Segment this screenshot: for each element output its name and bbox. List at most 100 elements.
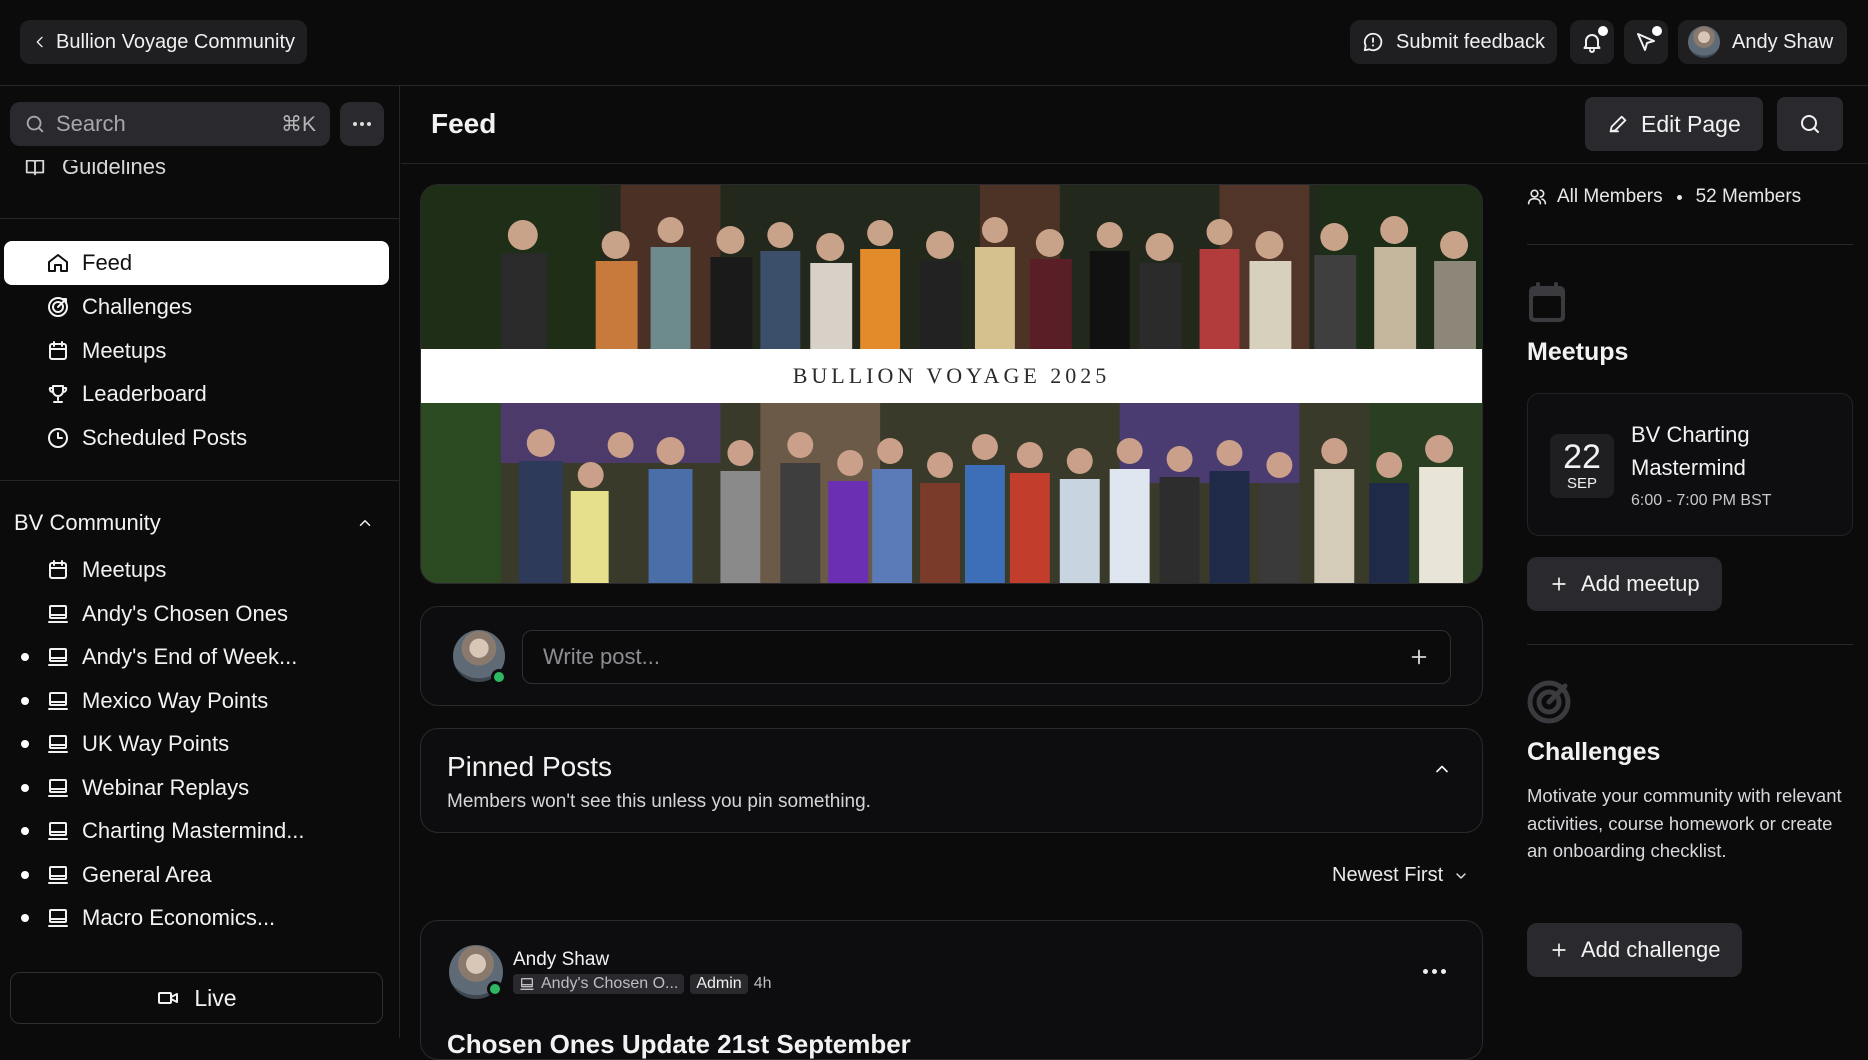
- sidebar-more-button[interactable]: [340, 102, 384, 146]
- sidebar-item-webinar-replays[interactable]: Webinar Replays: [4, 766, 389, 810]
- sidebar-item-label: Feed: [82, 250, 133, 275]
- monitor-icon: [520, 978, 534, 990]
- unread-dot: [21, 740, 29, 748]
- home-icon: [48, 254, 68, 272]
- sidebar-item-label: Charting Mastermind...: [82, 818, 305, 843]
- submit-feedback-label: Submit feedback: [1396, 30, 1545, 53]
- feed-post[interactable]: Andy Shaw Andy's Chosen O... Admin 4h Ch…: [420, 920, 1483, 1060]
- clock-icon: [48, 428, 68, 448]
- sidebar-item-label: Challenges: [82, 294, 193, 319]
- page-header: Feed Edit Page: [401, 86, 1868, 164]
- search-input[interactable]: Search ⌘K: [10, 102, 330, 146]
- admin-badge: Admin: [690, 974, 748, 994]
- users-icon: [1527, 189, 1547, 205]
- notification-dot: [1596, 24, 1610, 38]
- sidebar-item-andys-end-of-week[interactable]: Andy's End of Week...: [4, 635, 389, 679]
- sidebar-item-andys-chosen-ones[interactable]: Andy's Chosen Ones: [4, 592, 389, 636]
- target-icon: [48, 297, 68, 317]
- sidebar-item-meetups[interactable]: Meetups: [4, 329, 389, 373]
- post-time: 4h: [753, 975, 772, 992]
- pinned-posts-title: Pinned Posts: [447, 751, 612, 782]
- search-icon: [1801, 115, 1819, 133]
- challenges-widget-title: Challenges: [1527, 738, 1661, 766]
- unread-dot: [21, 914, 29, 922]
- sidebar-item-label: Mexico Way Points: [82, 688, 269, 713]
- post-space-chip[interactable]: Andy's Chosen O...: [513, 974, 685, 994]
- trophy-icon: [48, 385, 68, 403]
- sidebar-item-scheduled-posts[interactable]: Scheduled Posts: [4, 416, 389, 460]
- calendar-icon: [1529, 282, 1565, 322]
- add-meetup-button[interactable]: Add meetup: [1527, 557, 1722, 611]
- sidebar-item-uk-way-points[interactable]: UK Way Points: [4, 722, 389, 766]
- sidebar-item-challenges[interactable]: Challenges: [4, 285, 389, 329]
- meetup-card[interactable]: 22 SEP BV Charting Mastermind 6:00 - 7:0…: [1527, 393, 1853, 536]
- sidebar: Guidelines Search ⌘K Feed Challenges Mee…: [0, 86, 400, 1038]
- live-button[interactable]: Live: [10, 972, 383, 1024]
- user-menu-button[interactable]: Andy Shaw: [1678, 20, 1848, 64]
- avatar: [1688, 26, 1720, 58]
- monitor-icon: [48, 692, 68, 710]
- live-label: Live: [194, 984, 237, 1011]
- pinned-posts-subtitle: Members won't see this unless you pin so…: [447, 791, 871, 812]
- message-dot: [1650, 24, 1664, 38]
- user-name: Andy Shaw: [1732, 30, 1834, 53]
- sidebar-item-label: Scheduled Posts: [82, 425, 248, 450]
- all-members-link[interactable]: All Members 52 Members: [1527, 186, 1801, 208]
- page-title: Feed: [431, 108, 497, 139]
- chevron-down-icon: [1456, 872, 1466, 879]
- online-indicator: [491, 669, 507, 685]
- sidebar-item-feed[interactable]: Feed: [4, 241, 389, 285]
- messages-button[interactable]: [1624, 20, 1668, 64]
- sidebar-item-label: UK Way Points: [82, 731, 230, 756]
- divider: [1527, 244, 1853, 245]
- sidebar-item-macro-economics[interactable]: Macro Economics...: [4, 896, 389, 940]
- post-more-button[interactable]: [1423, 969, 1446, 974]
- community-back-button[interactable]: Bullion Voyage Community: [20, 20, 308, 64]
- group-header-bv-community[interactable]: BV Community: [14, 508, 374, 538]
- post-composer: Write post...: [420, 606, 1483, 706]
- unread-dot: [21, 697, 29, 705]
- sidebar-item-mexico-way-points[interactable]: Mexico Way Points: [4, 679, 389, 723]
- meetup-date-badge: 22 SEP: [1550, 434, 1614, 498]
- post-title[interactable]: Chosen Ones Update 21st September: [447, 1029, 911, 1060]
- group-photo-bottom: [421, 403, 1482, 583]
- sidebar-item-group-meetups[interactable]: Meetups: [4, 548, 389, 592]
- chevron-up-icon: [359, 520, 371, 526]
- add-challenge-button[interactable]: Add challenge: [1527, 923, 1743, 977]
- plus-icon[interactable]: [1408, 646, 1430, 668]
- top-bar: Bullion Voyage Community Submit feedback…: [0, 0, 1868, 86]
- chevron-up-icon[interactable]: [1432, 759, 1452, 779]
- unread-dot: [21, 653, 29, 661]
- unread-dot: [21, 871, 29, 879]
- all-members-label: All Members: [1557, 186, 1663, 207]
- write-post-input[interactable]: Write post...: [522, 630, 1451, 684]
- edit-page-button[interactable]: Edit Page: [1585, 97, 1763, 151]
- search-icon: [26, 115, 44, 133]
- post-author-name[interactable]: Andy Shaw: [513, 949, 609, 971]
- pinned-posts-panel: Pinned Posts Members won't see this unle…: [420, 728, 1483, 833]
- sidebar-item-charting-mastermind[interactable]: Charting Mastermind...: [4, 809, 389, 853]
- sidebar-item-general-area[interactable]: General Area: [4, 853, 389, 897]
- monitor-icon: [48, 605, 68, 623]
- monitor-icon: [48, 909, 68, 927]
- divider: [0, 218, 399, 219]
- separator-dot: [1676, 194, 1682, 200]
- sort-label: Newest First: [1332, 864, 1444, 886]
- divider: [1527, 644, 1853, 645]
- sidebar-item-leaderboard[interactable]: Leaderboard: [4, 372, 389, 416]
- submit-feedback-button[interactable]: Submit feedback: [1350, 20, 1557, 64]
- sidebar-item-label: Meetups: [82, 338, 167, 363]
- challenges-description: Motivate your community with relevant ac…: [1527, 785, 1842, 861]
- notifications-button[interactable]: [1570, 20, 1614, 64]
- sidebar-item-label: Webinar Replays: [82, 775, 250, 800]
- video-camera-icon: [158, 992, 179, 1004]
- search-placeholder: Search: [56, 111, 126, 136]
- plus-icon: [1552, 943, 1566, 957]
- page-search-button[interactable]: [1777, 97, 1843, 151]
- write-post-placeholder: Write post...: [543, 644, 660, 669]
- meetup-name: BV Charting Mastermind: [1631, 422, 1750, 480]
- divider: [0, 480, 399, 481]
- sidebar-item-label: Andy's End of Week...: [82, 644, 298, 669]
- sort-dropdown[interactable]: Newest First: [1332, 864, 1469, 887]
- meetup-time: 6:00 - 7:00 PM BST: [1631, 492, 1772, 509]
